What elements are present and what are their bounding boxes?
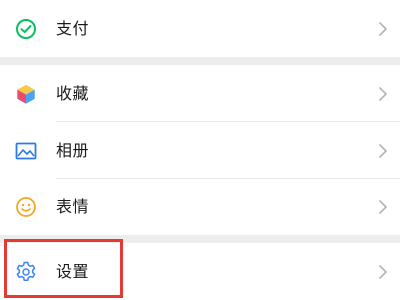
menu-item-album[interactable]: 相册 <box>0 122 400 179</box>
chevron-right-icon <box>378 86 388 101</box>
menu-item-stickers[interactable]: 表情 <box>0 178 400 235</box>
menu-group-pay: 支付 <box>0 0 400 57</box>
chevron-right-icon <box>378 21 388 36</box>
me-page-menu: 支付 收藏 相册 表情 设置 <box>0 0 400 300</box>
menu-group-content: 收藏 相册 表情 <box>0 65 400 235</box>
smiley-face-icon <box>14 195 38 219</box>
menu-item-settings[interactable]: 设置 <box>0 243 400 300</box>
menu-item-favorites-label: 收藏 <box>56 83 90 103</box>
album-picture-icon <box>14 139 38 163</box>
pay-icon <box>14 17 38 41</box>
menu-group-settings: 设置 <box>0 243 400 300</box>
chevron-right-icon <box>378 199 388 214</box>
chevron-right-icon <box>378 143 388 158</box>
favorites-cube-icon <box>14 82 38 106</box>
menu-item-stickers-label: 表情 <box>56 196 90 216</box>
menu-item-settings-label: 设置 <box>56 261 90 281</box>
menu-item-album-label: 相册 <box>56 140 90 160</box>
gear-icon <box>14 260 38 284</box>
chevron-right-icon <box>378 264 388 279</box>
menu-item-favorites[interactable]: 收藏 <box>0 65 400 122</box>
menu-item-pay-label: 支付 <box>56 18 90 38</box>
menu-item-pay[interactable]: 支付 <box>0 0 400 57</box>
